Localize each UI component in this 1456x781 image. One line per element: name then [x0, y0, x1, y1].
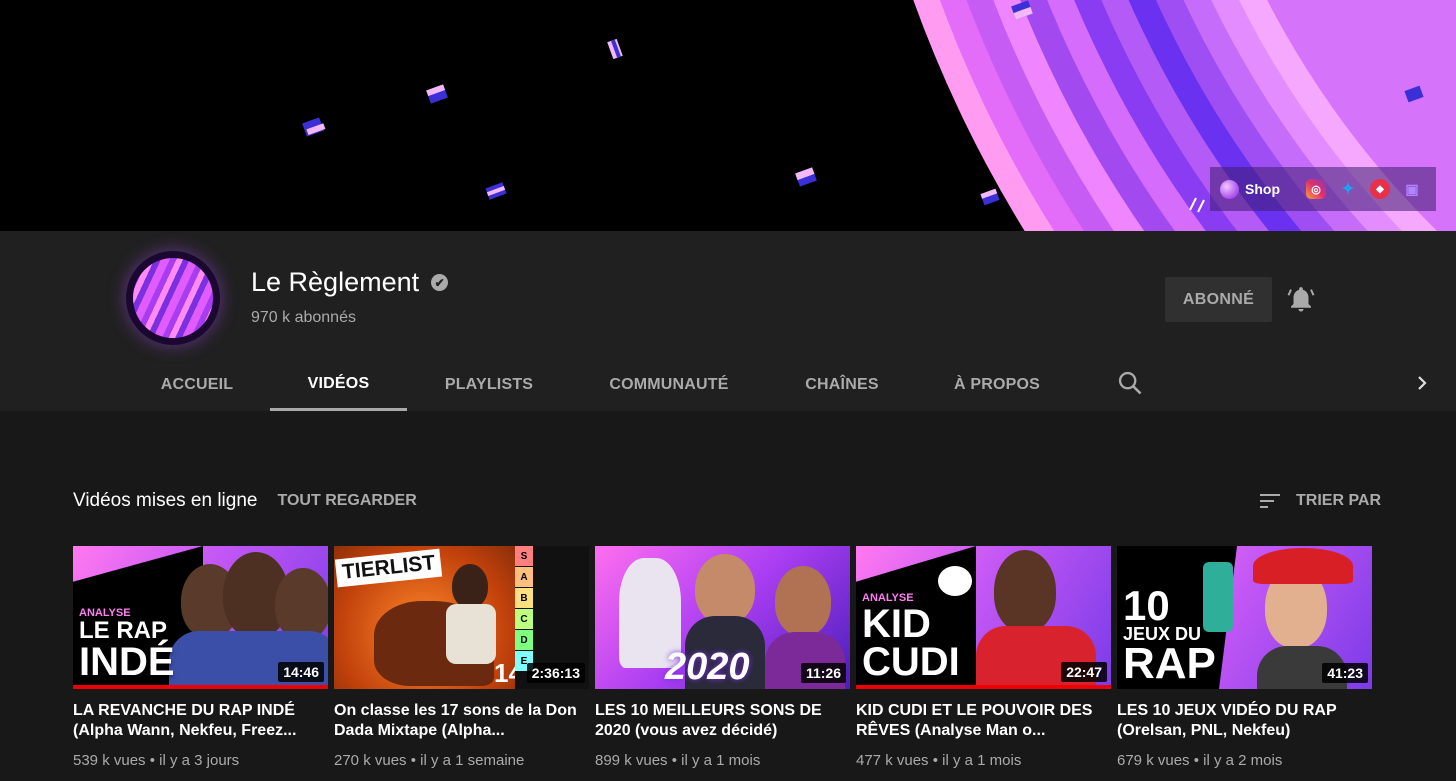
thumb-face — [994, 550, 1056, 632]
watched-progress-bar — [73, 685, 328, 689]
section-title: Vidéos mises en ligne — [73, 490, 258, 511]
video-card[interactable]: 2020 11:26 LES 10 MEILLEURS SONS DE 2020… — [595, 546, 850, 769]
thumb-tierlist-label: TIERLIST — [334, 548, 443, 588]
video-thumbnail[interactable]: TIERLIST 14 S A B C D E 2:36:13 — [334, 546, 589, 689]
tier-label: C — [515, 609, 533, 629]
video-card[interactable]: ANALYSE LE RAP INDÉ 14:46 LA REVANCHE DU… — [73, 546, 328, 769]
thumb-line1: 10 — [1123, 582, 1170, 630]
subscriber-count: 970 k abonnés — [251, 309, 356, 326]
video-thumbnail[interactable]: ANALYSE LE RAP INDÉ 14:46 — [73, 546, 328, 689]
tier-label: D — [515, 630, 533, 650]
video-meta: 539 k vues • il y a 3 jours — [73, 752, 240, 769]
video-meta: 270 k vues • il y a 1 semaine — [334, 752, 525, 769]
verified-icon: ✔ — [431, 274, 449, 291]
thumb-line2: RAP — [1123, 639, 1216, 689]
sort-icon — [1260, 494, 1280, 508]
video-duration: 22:47 — [1061, 662, 1107, 682]
see-all-button[interactable]: TOUT REGARDER — [277, 492, 416, 510]
link-icon[interactable]: ◆ — [1370, 179, 1390, 199]
tier-label: A — [515, 567, 533, 587]
channel-name: Le Règlement ✔ — [251, 267, 449, 298]
video-thumbnail[interactable]: ANALYSE KID CUDI 22:47 — [856, 546, 1111, 689]
video-meta: 477 k vues • il y a 1 mois — [856, 752, 1022, 769]
instagram-icon[interactable]: ◎ — [1306, 179, 1326, 199]
video-meta: 679 k vues • il y a 2 mois — [1117, 752, 1283, 769]
thumb-line1: KID — [862, 602, 931, 646]
video-duration: 2:36:13 — [526, 663, 585, 683]
shop-label: Shop — [1245, 181, 1280, 197]
thumb-line2: CUDI — [862, 640, 960, 684]
thumb-ghost — [938, 566, 972, 596]
thumb-face — [275, 568, 328, 640]
subscribed-button[interactable]: ABONNÉ — [1165, 277, 1272, 322]
tab-videos[interactable]: VIDÉOS — [270, 359, 407, 411]
video-title[interactable]: LES 10 JEUX VIDÉO DU RAP (Orelsan, PNL, … — [1117, 701, 1372, 741]
thumb-caption: 10 JEUX DU RAP — [1123, 582, 1216, 689]
chevron-right-icon[interactable] — [1410, 371, 1434, 395]
tab-communaute[interactable]: COMMUNAUTÉ — [595, 359, 743, 411]
video-title[interactable]: KID CUDI ET LE POUVOIR DES RÊVES (Analys… — [856, 701, 1111, 741]
section-header: Vidéos mises en ligne TOUT REGARDER — [73, 490, 417, 512]
thumb-face — [775, 566, 831, 636]
notification-bell-icon[interactable] — [1286, 284, 1316, 314]
thumb-jockey — [446, 604, 496, 664]
thumb-line2: INDÉ — [79, 640, 175, 684]
channel-tabs: ACCUEIL VIDÉOS PLAYLISTS COMMUNAUTÉ CHAÎ… — [0, 359, 1456, 411]
sort-button[interactable]: TRIER PAR — [1258, 489, 1381, 513]
video-thumbnail[interactable]: 2020 11:26 — [595, 546, 850, 689]
search-icon[interactable] — [1116, 369, 1144, 397]
tier-label: S — [515, 546, 533, 566]
tab-playlists[interactable]: PLAYLISTS — [430, 359, 548, 411]
tab-a-propos[interactable]: À PROPOS — [940, 359, 1054, 411]
avatar-image — [133, 258, 213, 338]
channel-name-text: Le Règlement — [251, 267, 420, 297]
video-meta: 899 k vues • il y a 1 mois — [595, 752, 761, 769]
video-card[interactable]: 10 JEUX DU RAP 41:23 LES 10 JEUX VIDÉO D… — [1117, 546, 1372, 769]
twitter-icon[interactable]: ✦ — [1338, 179, 1358, 199]
video-thumbnail[interactable]: 10 JEUX DU RAP 41:23 — [1117, 546, 1372, 689]
video-title[interactable]: LA REVANCHE DU RAP INDÉ (Alpha Wann, Nek… — [73, 701, 328, 741]
video-duration: 14:46 — [278, 662, 324, 682]
video-card[interactable]: TIERLIST 14 S A B C D E 2:36:13 On class… — [334, 546, 589, 769]
tier-label: B — [515, 588, 533, 608]
twitch-icon[interactable]: ▣ — [1402, 179, 1422, 199]
video-card[interactable]: ANALYSE KID CUDI 22:47 KID CUDI ET LE PO… — [856, 546, 1111, 769]
tab-accueil[interactable]: ACCUEIL — [146, 359, 248, 411]
tab-chaines[interactable]: CHAÎNES — [792, 359, 892, 411]
video-duration: 11:26 — [800, 663, 846, 683]
shop-icon — [1220, 179, 1239, 199]
channel-banner: Shop ◎ ✦ ◆ ▣ — [0, 0, 1456, 231]
thumb-face — [695, 554, 755, 624]
thumb-face — [452, 564, 488, 608]
sort-label: TRIER PAR — [1296, 492, 1382, 509]
video-duration: 41:23 — [1322, 663, 1368, 683]
watched-progress-bar — [856, 685, 1111, 689]
banner-links: Shop ◎ ✦ ◆ ▣ — [1210, 167, 1436, 211]
thumb-mario-cap — [1253, 548, 1353, 584]
thumb-year: 2020 — [665, 646, 750, 688]
channel-header: Le Règlement ✔ 970 k abonnés ABONNÉ ACCU… — [0, 231, 1456, 411]
thumb-caption: ANALYSE KID CUDI — [862, 592, 960, 684]
video-title[interactable]: On classe les 17 sons de la Don Dada Mix… — [334, 701, 589, 741]
thumb-caption: ANALYSE LE RAP INDÉ — [79, 607, 175, 684]
video-title[interactable]: LES 10 MEILLEURS SONS DE 2020 (vous avez… — [595, 701, 850, 741]
shop-link[interactable]: Shop — [1220, 179, 1280, 199]
channel-avatar[interactable] — [126, 251, 220, 345]
